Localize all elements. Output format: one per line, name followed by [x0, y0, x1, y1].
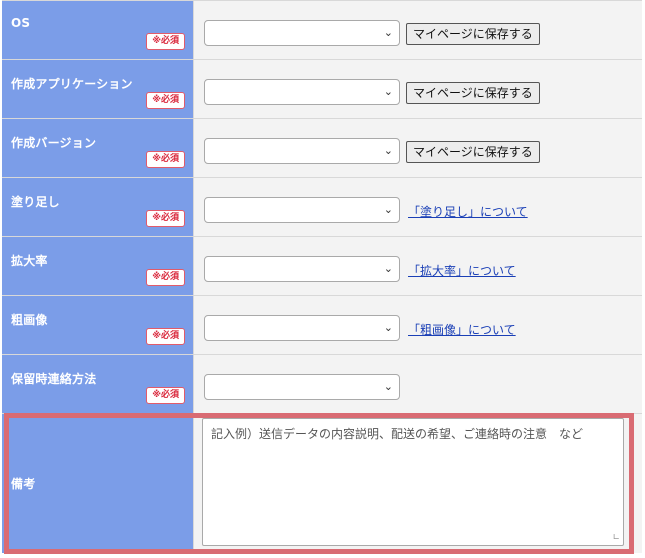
- value-cell: ⌄ 「粗画像」について: [194, 296, 642, 354]
- field-label-hold-contact-method: 保留時連絡方法: [11, 372, 97, 386]
- required-badge: ※必須: [146, 387, 185, 404]
- chevron-down-icon: ⌄: [383, 144, 393, 157]
- value-cell: 記入例）送信データの内容説明、配送の希望、ご連絡時の注意 など ∟: [194, 414, 642, 553]
- field-label-version: 作成バージョン: [11, 136, 97, 150]
- application-select[interactable]: ⌄: [204, 79, 400, 105]
- save-to-mypage-button-version[interactable]: マイページに保存する: [406, 141, 540, 163]
- required-badge: ※必須: [146, 33, 185, 50]
- label-cell: 作成バージョン ※必須: [2, 119, 194, 177]
- bleed-info-link[interactable]: 「塗り足し」について: [408, 203, 528, 220]
- required-badge: ※必須: [146, 328, 185, 345]
- label-cell: 作成アプリケーション ※必須: [2, 60, 194, 118]
- save-to-mypage-button-os[interactable]: マイページに保存する: [406, 23, 540, 45]
- order-form-table: OS ※必須 ⌄ マイページに保存する 作成アプリケーション ※必須 ⌄ マイペ…: [2, 0, 642, 553]
- save-to-mypage-button-application[interactable]: マイページに保存する: [406, 82, 540, 104]
- chevron-down-icon: ⌄: [383, 203, 393, 216]
- form-row-low-res-image: 粗画像 ※必須 ⌄ 「粗画像」について: [2, 296, 642, 355]
- chevron-down-icon: ⌄: [383, 262, 393, 275]
- form-row-scale: 拡大率 ※必須 ⌄ 「拡大率」について: [2, 237, 642, 296]
- field-label-low-res-image: 粗画像: [11, 313, 48, 327]
- form-row-notes: 備考 記入例）送信データの内容説明、配送の希望、ご連絡時の注意 など ∟: [2, 414, 642, 553]
- chevron-down-icon: ⌄: [383, 26, 393, 39]
- form-row-os: OS ※必須 ⌄ マイページに保存する: [2, 1, 642, 60]
- low-res-image-select[interactable]: ⌄: [204, 315, 400, 341]
- resize-grip-icon[interactable]: ∟: [612, 534, 620, 543]
- value-cell: ⌄ 「拡大率」について: [194, 237, 642, 295]
- chevron-down-icon: ⌄: [383, 321, 393, 334]
- hold-contact-method-select[interactable]: ⌄: [204, 374, 400, 400]
- notes-textarea-placeholder: 記入例）送信データの内容説明、配送の希望、ご連絡時の注意 など: [211, 427, 584, 441]
- field-label-scale: 拡大率: [11, 254, 48, 268]
- field-label-notes: 備考: [11, 477, 36, 491]
- required-badge: ※必須: [146, 92, 185, 109]
- required-badge: ※必須: [146, 210, 185, 227]
- scale-select[interactable]: ⌄: [204, 256, 400, 282]
- field-label-bleed: 塗り足し: [11, 195, 60, 209]
- value-cell: ⌄ マイページに保存する: [194, 60, 642, 118]
- form-row-application: 作成アプリケーション ※必須 ⌄ マイページに保存する: [2, 60, 642, 119]
- label-cell: 保留時連絡方法 ※必須: [2, 355, 194, 413]
- form-row-version: 作成バージョン ※必須 ⌄ マイページに保存する: [2, 119, 642, 178]
- value-cell: ⌄ マイページに保存する: [194, 119, 642, 177]
- label-cell: 備考: [2, 414, 194, 553]
- required-badge: ※必須: [146, 151, 185, 168]
- label-cell: 粗画像 ※必須: [2, 296, 194, 354]
- field-label-application: 作成アプリケーション: [11, 77, 133, 91]
- label-cell: 塗り足し ※必須: [2, 178, 194, 236]
- notes-textarea[interactable]: 記入例）送信データの内容説明、配送の希望、ご連絡時の注意 など ∟: [202, 418, 624, 546]
- label-cell: 拡大率 ※必須: [2, 237, 194, 295]
- scale-info-link[interactable]: 「拡大率」について: [408, 262, 516, 279]
- chevron-down-icon: ⌄: [383, 85, 393, 98]
- field-label-os: OS: [11, 16, 31, 30]
- value-cell: ⌄ マイページに保存する: [194, 1, 642, 59]
- bleed-select[interactable]: ⌄: [204, 197, 400, 223]
- label-cell: OS ※必須: [2, 1, 194, 59]
- value-cell: ⌄: [194, 355, 642, 413]
- os-select[interactable]: ⌄: [204, 20, 400, 46]
- version-select[interactable]: ⌄: [204, 138, 400, 164]
- chevron-down-icon: ⌄: [383, 380, 393, 393]
- form-row-bleed: 塗り足し ※必須 ⌄ 「塗り足し」について: [2, 178, 642, 237]
- form-row-hold-contact-method: 保留時連絡方法 ※必須 ⌄: [2, 355, 642, 414]
- value-cell: ⌄ 「塗り足し」について: [194, 178, 642, 236]
- low-res-image-info-link[interactable]: 「粗画像」について: [408, 321, 516, 338]
- required-badge: ※必須: [146, 269, 185, 286]
